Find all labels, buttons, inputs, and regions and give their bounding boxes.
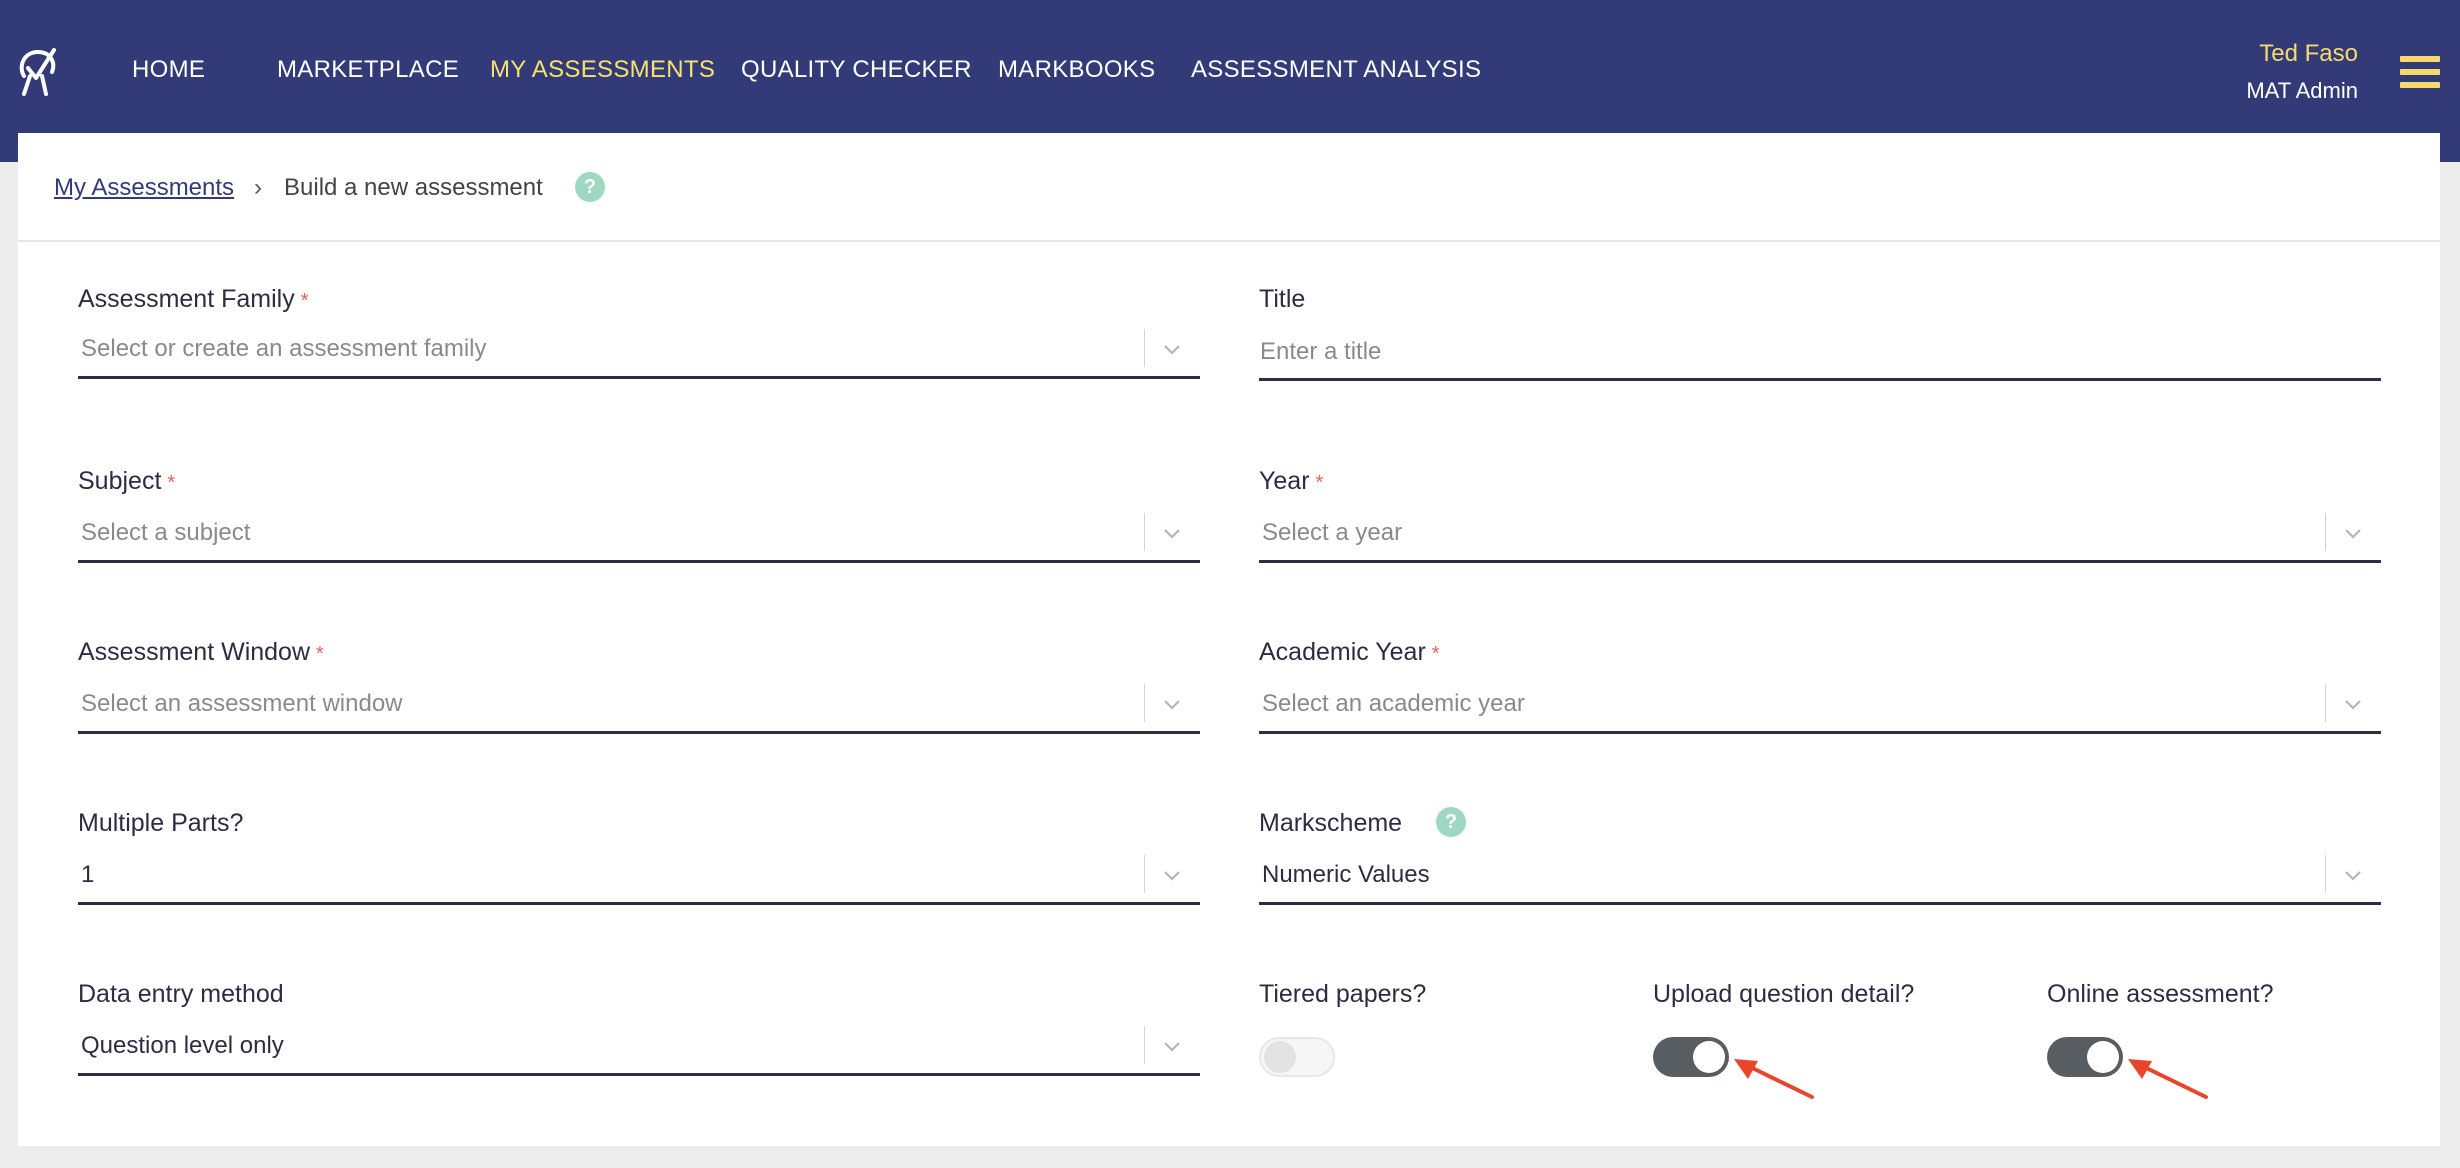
chevron-down-icon bbox=[1164, 1042, 1180, 1052]
assessment-family-placeholder: Select or create an assessment family bbox=[81, 335, 487, 362]
required-marker: * bbox=[1315, 472, 1324, 494]
chevron-down-icon bbox=[1164, 700, 1180, 710]
academic-year-label: Academic Year * bbox=[1259, 638, 1440, 666]
data-entry-method-value: Question level only bbox=[81, 1032, 284, 1059]
online-assessment-label: Online assessment? bbox=[2047, 980, 2274, 1008]
online-assessment-toggle[interactable] bbox=[2047, 1037, 2123, 1077]
chevron-down-icon bbox=[2345, 529, 2361, 539]
user-role: MAT Admin bbox=[2246, 78, 2358, 103]
chevron-down-icon bbox=[2345, 871, 2361, 881]
breadcrumb-current: Build a new assessment bbox=[284, 174, 543, 201]
data-entry-method-select[interactable]: Question level only bbox=[78, 1020, 1200, 1076]
multiple-parts-select[interactable]: 1 bbox=[78, 849, 1200, 905]
nav-markbooks[interactable]: MARKBOOKS bbox=[998, 56, 1155, 84]
academic-year-select[interactable]: Select an academic year bbox=[1259, 678, 2381, 734]
data-entry-method-label: Data entry method bbox=[78, 980, 284, 1008]
nav-assessment-analysis[interactable]: ASSESSMENT ANALYSIS bbox=[1191, 56, 1481, 84]
user-name[interactable]: Ted Faso bbox=[2259, 40, 2358, 68]
chevron-down-icon bbox=[1164, 871, 1180, 881]
assessment-window-label: Assessment Window * bbox=[78, 638, 324, 666]
upload-question-detail-toggle[interactable] bbox=[1653, 1037, 1729, 1077]
markscheme-label: Markscheme bbox=[1259, 809, 1403, 837]
nav-marketplace[interactable]: MARKETPLACE bbox=[277, 56, 459, 84]
nav-quality-checker[interactable]: QUALITY CHECKER bbox=[741, 56, 972, 84]
subject-placeholder: Select a subject bbox=[81, 519, 251, 546]
assessment-window-select[interactable]: Select an assessment window bbox=[78, 678, 1200, 734]
app-logo-icon[interactable] bbox=[16, 46, 60, 98]
required-marker: * bbox=[1431, 643, 1440, 665]
required-marker: * bbox=[167, 472, 176, 494]
subject-select[interactable]: Select a subject bbox=[78, 507, 1200, 563]
markscheme-value: Numeric Values bbox=[1262, 861, 1430, 888]
help-icon[interactable]: ? bbox=[575, 172, 605, 202]
subject-label: Subject * bbox=[78, 467, 176, 495]
tiered-papers-label: Tiered papers? bbox=[1259, 980, 1427, 1008]
chevron-down-icon bbox=[1164, 345, 1180, 355]
required-marker: * bbox=[300, 290, 309, 312]
assessment-family-label: Assessment Family * bbox=[78, 285, 309, 313]
title-input[interactable] bbox=[1259, 325, 2381, 381]
year-select[interactable]: Select a year bbox=[1259, 507, 2381, 563]
build-assessment-card: My Assessments › Build a new assessment … bbox=[18, 133, 2440, 1146]
multiple-parts-value: 1 bbox=[81, 861, 95, 888]
annotation-arrow-icon bbox=[2128, 1059, 2208, 1099]
nav-my-assessments[interactable]: MY ASSESSMENTS bbox=[490, 56, 715, 84]
year-placeholder: Select a year bbox=[1262, 519, 1403, 546]
multiple-parts-label: Multiple Parts? bbox=[78, 809, 244, 837]
assessment-family-select[interactable]: Select or create an assessment family bbox=[78, 323, 1200, 379]
nav-home[interactable]: HOME bbox=[132, 56, 205, 84]
required-marker: * bbox=[316, 643, 324, 665]
breadcrumb-separator: › bbox=[254, 174, 262, 201]
markscheme-select[interactable]: Numeric Values bbox=[1259, 849, 2381, 905]
tiered-papers-toggle[interactable] bbox=[1259, 1037, 1335, 1077]
title-label: Title bbox=[1259, 285, 1306, 313]
markscheme-help-icon[interactable]: ? bbox=[1436, 807, 1466, 837]
chevron-down-icon bbox=[1164, 529, 1180, 539]
chevron-down-icon bbox=[2345, 700, 2361, 710]
assessment-window-placeholder: Select an assessment window bbox=[81, 690, 403, 717]
year-label: Year * bbox=[1259, 467, 1324, 495]
breadcrumb: My Assessments › Build a new assessment … bbox=[18, 133, 2440, 242]
upload-question-detail-label: Upload question detail? bbox=[1653, 980, 1915, 1008]
breadcrumb-my-assessments-link[interactable]: My Assessments bbox=[54, 174, 234, 202]
hamburger-menu-icon[interactable] bbox=[2400, 56, 2440, 90]
annotation-arrow-icon bbox=[1734, 1059, 1814, 1099]
academic-year-placeholder: Select an academic year bbox=[1262, 690, 1525, 717]
